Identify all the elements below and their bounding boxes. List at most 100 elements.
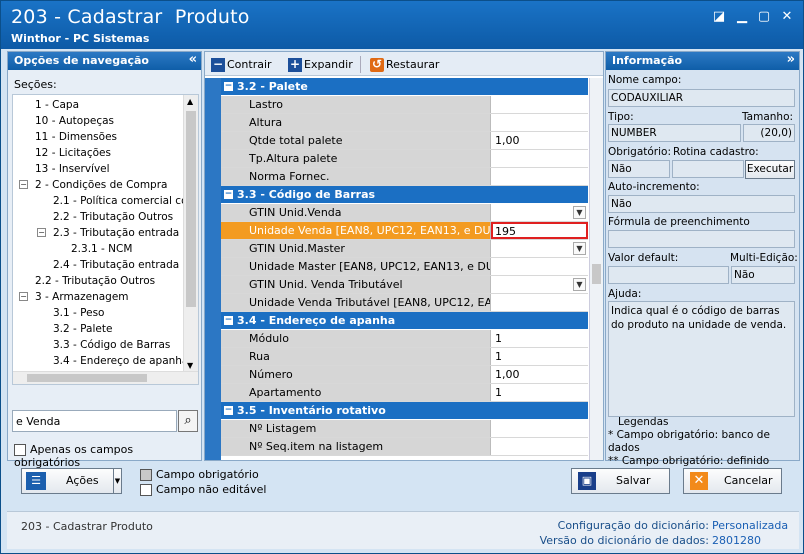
actions-dropdown-icon[interactable]: ▼ (113, 468, 122, 494)
legend-title: Legendas (618, 416, 669, 428)
chevron-down-icon[interactable]: ▼ (573, 242, 586, 255)
field-value-input[interactable]: 195 (491, 222, 588, 239)
field-value-input[interactable] (491, 150, 588, 167)
field-label: Altura (221, 114, 491, 131)
autoinc-value: Não (608, 195, 795, 213)
tree-item[interactable]: 12 - Licitações (35, 145, 111, 161)
field-label: Tp.Altura palete (221, 150, 491, 167)
tree-item[interactable]: 2.2 - Tributação Outros (53, 209, 173, 225)
field-value-input[interactable] (491, 258, 588, 275)
tree-item[interactable]: 13 - Inservível (35, 161, 110, 177)
field-value-input[interactable] (491, 96, 588, 113)
chevron-down-icon[interactable]: ▼ (573, 278, 586, 291)
field-value-input[interactable] (491, 438, 588, 455)
execute-button[interactable]: Executar (745, 160, 795, 179)
collapse-panel-icon[interactable]: « (189, 52, 197, 67)
section-collapse-icon[interactable]: − (224, 190, 233, 199)
field-label: Número (221, 366, 491, 383)
version-value: 2801280 (712, 534, 761, 547)
tree-item[interactable]: −2 - Condições de Compra (19, 177, 167, 193)
cancel-label: Cancelar (724, 474, 773, 487)
field-value-input[interactable]: 1 (491, 348, 588, 365)
minimize-button[interactable]: ▁ (734, 9, 750, 25)
scroll-up-icon[interactable]: ▲ (187, 97, 193, 106)
chevron-down-icon[interactable]: ▼ (573, 206, 586, 219)
tree-item[interactable]: 1 - Capa (35, 97, 79, 113)
tree-item[interactable]: −2.3 - Tributação entrada (37, 225, 179, 241)
section-collapse-icon[interactable]: − (224, 406, 233, 415)
tree-item[interactable]: 2.3.1 - NCM (71, 241, 132, 257)
pin-icon[interactable]: ◪ (711, 9, 727, 25)
field-value-input[interactable]: 1,00 (491, 132, 588, 149)
field-value-input[interactable]: 1 (491, 330, 588, 347)
close-button[interactable]: ✕ (779, 9, 795, 25)
field-label: Unidade Master [EAN8, UPC12, EAN13, e DU… (221, 258, 491, 275)
window-subtitle: Winthor - PC Sistemas (11, 32, 150, 45)
save-button[interactable]: ▣ Salvar (571, 468, 670, 494)
expand-panel-icon[interactable]: » (787, 52, 795, 67)
tree-item[interactable]: −3 - Armazenagem (19, 289, 129, 305)
cancel-button[interactable]: ✕ Cancelar (683, 468, 782, 494)
section-collapse-icon[interactable]: − (224, 82, 233, 91)
default-value (608, 266, 729, 284)
section-header[interactable]: −3.4 - Endereço de apanha (221, 312, 588, 330)
section-title: 3.4 - Endereço de apanha (237, 314, 396, 327)
section-header[interactable]: −3.5 - Inventário rotativo (221, 402, 588, 420)
tree-toggle-icon[interactable]: − (19, 292, 28, 301)
information-title: Informação (612, 54, 683, 67)
field-row: Nº Listagem (221, 420, 588, 438)
restore-icon: ↺ (370, 57, 384, 72)
field-value-input[interactable]: 1,00 (491, 366, 588, 383)
field-value-input[interactable]: ▼ (491, 204, 588, 221)
tree-item[interactable]: 10 - Autopeças (35, 113, 114, 129)
tree-item[interactable]: 11 - Dimensões (35, 129, 117, 145)
restore-button[interactable]: ↺ Restaurar (370, 57, 439, 73)
tree-horizontal-scrollbar[interactable] (13, 371, 198, 384)
tree-item[interactable]: 2.1 - Política comercial compra (53, 193, 198, 209)
section-collapse-icon[interactable]: − (224, 316, 233, 325)
type-label: Tipo: (608, 111, 634, 123)
minus-icon: − (211, 57, 225, 72)
save-label: Salvar (616, 474, 651, 487)
tree-vertical-scrollbar[interactable]: ▲ ▼ (183, 95, 198, 372)
tree-item[interactable]: 3.2 - Palete (53, 321, 112, 337)
search-icon[interactable]: ⌕ (178, 410, 198, 432)
actions-button[interactable]: ☰ Ações (21, 468, 121, 494)
field-value-input[interactable]: ▼ (491, 240, 588, 257)
field-label: Unidade Venda Tributável [EAN8, UPC12, E… (221, 294, 491, 311)
tree-item[interactable]: 2.2 - Tributação Outros (35, 273, 155, 289)
grid-vertical-scrollbar[interactable] (589, 78, 603, 460)
field-value-input[interactable]: ▼ (491, 276, 588, 293)
sections-label: Seções: (14, 78, 57, 91)
scroll-down-icon[interactable]: ▼ (187, 361, 193, 370)
field-label: GTIN Unid.Master (221, 240, 491, 257)
maximize-button[interactable]: ▢ (756, 9, 772, 25)
search-input[interactable]: e Venda (12, 410, 177, 432)
field-row: Norma Fornec. (221, 168, 588, 186)
field-value-input[interactable] (491, 294, 588, 311)
section-header[interactable]: −3.2 - Palete (221, 78, 588, 96)
field-value-input[interactable] (491, 420, 588, 437)
tree-item[interactable]: 3.3 - Código de Barras (53, 337, 170, 353)
field-label: GTIN Unid.Venda (221, 204, 491, 221)
field-value: 1 (495, 350, 502, 363)
field-value-input[interactable] (491, 114, 588, 131)
tree-item[interactable]: 2.4 - Tributação entrada Interestadual (53, 257, 198, 273)
expand-button[interactable]: + Expandir (288, 57, 353, 73)
tree-item[interactable]: 3.4 - Endereço de apanha (53, 353, 188, 369)
tree-item[interactable]: 3.1 - Peso (53, 305, 104, 321)
save-icon: ▣ (578, 472, 596, 490)
sections-tree[interactable]: 1 - Capa 10 - Autopeças 11 - Dimensões 12 -… (12, 94, 199, 385)
collapse-button[interactable]: − Contrair (211, 57, 272, 73)
multi-edit-label: Multi-Edição: (730, 252, 798, 264)
field-label: Norma Fornec. (221, 168, 491, 185)
tree-toggle-icon[interactable]: − (19, 180, 28, 189)
field-row: Unidade Master [EAN8, UPC12, EAN13, e DU… (221, 258, 588, 276)
field-value-input[interactable] (491, 168, 588, 185)
tree-toggle-icon[interactable]: − (37, 228, 46, 237)
field-row: Rua 1 (221, 348, 588, 366)
size-label: Tamanho: (742, 111, 794, 123)
field-label: Rua (221, 348, 491, 365)
section-header[interactable]: −3.3 - Código de Barras (221, 186, 588, 204)
field-value-input[interactable]: 1 (491, 384, 588, 401)
